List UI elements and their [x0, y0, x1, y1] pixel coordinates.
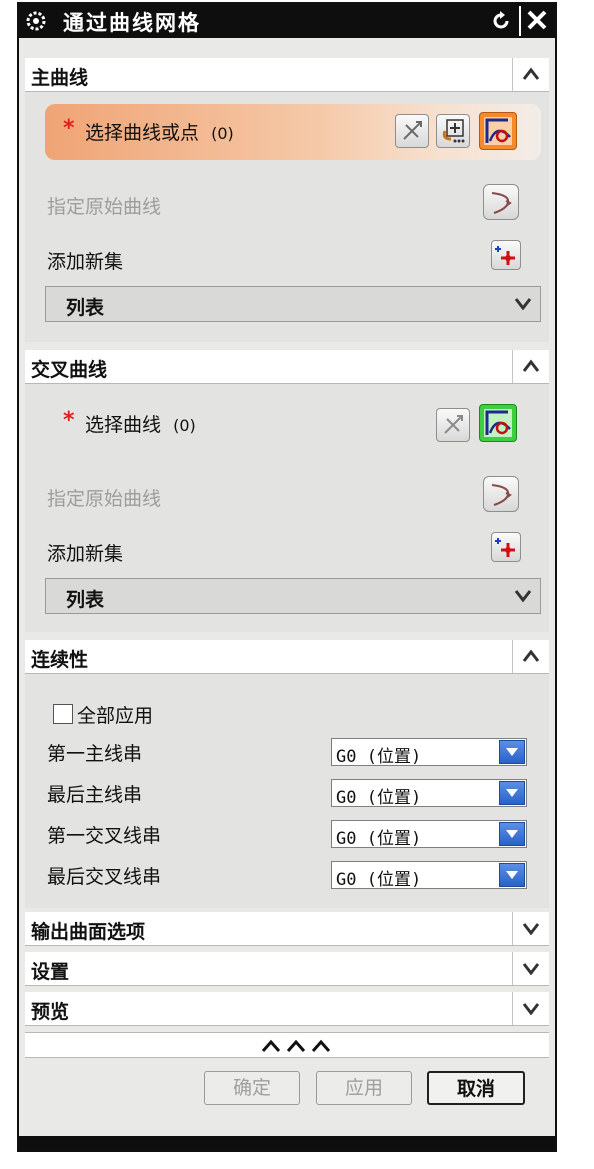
list-collapsible[interactable]: 列表: [45, 286, 541, 322]
section-header-cross-curves[interactable]: 交叉曲线: [25, 350, 549, 384]
section-title: 主曲线: [31, 67, 89, 89]
required-marker: *: [63, 408, 75, 433]
dialog-window: 通过曲线网格 主曲线 * 选择曲线或点 (0) 指定原始曲线 添加新集 列表 交…: [17, 2, 557, 1152]
section-title: 输出曲面选项: [31, 921, 146, 943]
add-set-icon: [495, 538, 515, 557]
expand-toggle-button[interactable]: [512, 912, 549, 945]
title-separator: [519, 6, 521, 36]
ok-button[interactable]: 确定: [204, 1071, 300, 1105]
point-dialog-button[interactable]: [436, 114, 470, 148]
point-constructor-icon: [442, 119, 465, 143]
curve-select-button[interactable]: [479, 112, 517, 150]
add-new-set-button[interactable]: [491, 532, 521, 562]
remove-selection-button[interactable]: [395, 114, 429, 148]
dropdown-arrow-icon[interactable]: [499, 822, 525, 846]
less-options-bar[interactable]: [25, 1032, 549, 1058]
cross-arrows-icon: [403, 121, 422, 140]
first-primary-string-label: 第一主线串: [47, 743, 143, 765]
chevron-up-icon: [522, 359, 540, 372]
required-marker: *: [63, 116, 75, 141]
section-header-output-surface-options[interactable]: 输出曲面选项: [25, 912, 549, 946]
close-icon[interactable]: [525, 7, 549, 33]
specify-original-curve-button[interactable]: [483, 184, 519, 220]
section-title: 预览: [31, 1001, 70, 1023]
last-cross-string-select[interactable]: G0 (位置): [331, 861, 527, 890]
apply-button[interactable]: 应用: [316, 1071, 412, 1105]
specify-original-curve-button[interactable]: [483, 476, 519, 512]
apply-all-checkbox[interactable]: [53, 704, 73, 724]
remove-selection-button[interactable]: [436, 408, 470, 442]
curve-section-icon: [484, 409, 512, 437]
add-set-icon: [495, 246, 515, 265]
section-body-continuity: 全部应用 第一主线串 G0 (位置) 最后主线串 G0 (位置) 第一交叉线串 …: [25, 674, 549, 908]
triple-chevron-up-icon: [261, 1039, 331, 1052]
first-primary-string-select[interactable]: G0 (位置): [331, 738, 527, 767]
section-header-main-curves[interactable]: 主曲线: [25, 58, 549, 92]
add-new-set-button[interactable]: [491, 240, 521, 270]
dropdown-arrow-icon[interactable]: [499, 740, 525, 764]
cross-arrows-icon: [444, 415, 463, 434]
chevron-down-icon: [522, 963, 540, 975]
list-label: 列表: [66, 297, 105, 319]
collapse-toggle-button[interactable]: [512, 58, 549, 91]
original-curve-icon: [491, 192, 512, 214]
title-bar[interactable]: 通过曲线网格: [19, 4, 555, 38]
apply-all-label: 全部应用: [77, 705, 154, 727]
curve-select-button[interactable]: [479, 404, 517, 442]
dropdown-arrow-icon[interactable]: [499, 863, 525, 887]
chevron-down-icon: [522, 923, 540, 935]
cancel-button[interactable]: 取消: [427, 1071, 525, 1105]
first-cross-string-select[interactable]: G0 (位置): [331, 820, 527, 849]
expand-toggle-button[interactable]: [512, 992, 549, 1025]
window-title: 通过曲线网格: [63, 11, 201, 35]
chevron-down-icon: [514, 590, 532, 602]
curve-section-icon: [484, 117, 512, 145]
specify-original-curve-label: 指定原始曲线: [47, 488, 162, 510]
specify-original-curve-label: 指定原始曲线: [47, 196, 162, 218]
reset-icon[interactable]: [489, 9, 513, 33]
add-new-set-label: 添加新集: [47, 543, 124, 565]
section-title: 交叉曲线: [31, 359, 108, 381]
dropdown-arrow-icon[interactable]: [499, 781, 525, 805]
gear-icon[interactable]: [25, 10, 47, 32]
bottom-border: [19, 1136, 555, 1150]
last-primary-string-select[interactable]: G0 (位置): [331, 779, 527, 808]
section-title: 设置: [31, 961, 70, 983]
chevron-down-icon: [522, 1003, 540, 1015]
expand-toggle-button[interactable]: [512, 952, 549, 985]
section-title: 连续性: [31, 649, 89, 671]
section-body-main-curves: * 选择曲线或点 (0) 指定原始曲线 添加新集 列表: [25, 92, 549, 342]
original-curve-icon: [491, 484, 512, 506]
list-label: 列表: [66, 589, 105, 611]
last-cross-string-label: 最后交叉线串: [47, 866, 162, 888]
section-header-settings[interactable]: 设置: [25, 952, 549, 986]
chevron-up-icon: [522, 67, 540, 80]
list-collapsible[interactable]: 列表: [45, 578, 541, 614]
chevron-up-icon: [522, 649, 540, 662]
chevron-down-icon: [514, 298, 532, 310]
select-label: 选择曲线或点 (0): [85, 122, 234, 144]
first-cross-string-label: 第一交叉线串: [47, 825, 162, 847]
last-primary-string-label: 最后主线串: [47, 784, 143, 806]
section-header-preview[interactable]: 预览: [25, 992, 549, 1026]
section-header-continuity[interactable]: 连续性: [25, 640, 549, 674]
add-new-set-label: 添加新集: [47, 251, 124, 273]
select-label: 选择曲线 (0): [85, 414, 196, 436]
section-body-cross-curves: * 选择曲线 (0) 指定原始曲线 添加新集 列表: [25, 384, 549, 632]
collapse-toggle-button[interactable]: [512, 640, 549, 673]
collapse-toggle-button[interactable]: [512, 350, 549, 383]
